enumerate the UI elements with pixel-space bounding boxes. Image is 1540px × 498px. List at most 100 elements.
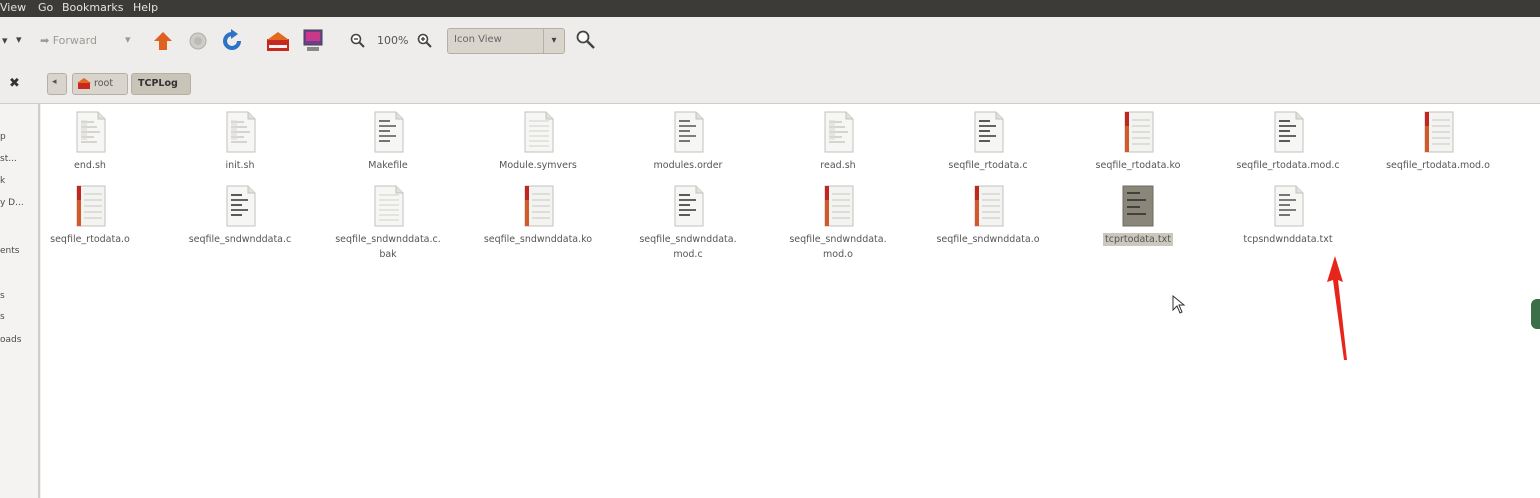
file-name: seqfile_sndwnddata.c bbox=[170, 232, 310, 247]
file-item[interactable]: seqfile_sndwnddata.ko bbox=[468, 184, 608, 247]
sidebar-item-6[interactable]: s bbox=[0, 312, 5, 322]
file-name: end.sh bbox=[20, 158, 160, 173]
file-icon bbox=[1270, 110, 1306, 156]
file-item[interactable]: Makefile bbox=[318, 110, 458, 173]
file-item[interactable]: seqfile_rtodata.ko bbox=[1068, 110, 1208, 173]
file-name-text: init.sh bbox=[225, 160, 255, 171]
file-name-text: tcprtodata.txt bbox=[1103, 233, 1173, 246]
menu-view[interactable]: View bbox=[0, 1, 26, 14]
file-name-text: seqfile_sndwnddata.o bbox=[936, 234, 1040, 245]
file-name-text: modules.order bbox=[653, 160, 723, 171]
location-bar: ✖ ◂ root TCPLog bbox=[0, 69, 1540, 104]
file-item[interactable]: seqfile_sndwnddata.c. bak bbox=[318, 184, 458, 262]
file-item[interactable]: init.sh bbox=[170, 110, 310, 173]
menu-help[interactable]: Help bbox=[133, 1, 158, 14]
file-item[interactable]: end.sh bbox=[20, 110, 160, 173]
file-item[interactable]: seqfile_rtodata.mod.c bbox=[1218, 110, 1358, 173]
breadcrumb-tcplog[interactable]: TCPLog bbox=[131, 73, 191, 95]
file-name-text: seqfile_rtodata.ko bbox=[1095, 160, 1181, 171]
file-item[interactable]: read.sh bbox=[768, 110, 908, 173]
back-dropdown-arrow-icon[interactable]: ▾ bbox=[16, 33, 22, 46]
stop-icon[interactable] bbox=[187, 30, 209, 52]
file-item[interactable]: seqfile_sndwnddata.c bbox=[170, 184, 310, 247]
file-name: seqfile_rtodata.ko bbox=[1068, 158, 1208, 173]
file-icon bbox=[670, 110, 706, 156]
menu-go[interactable]: Go bbox=[38, 1, 53, 14]
file-item[interactable]: seqfile_rtodata.o bbox=[20, 184, 160, 247]
forward-label: Forward bbox=[52, 34, 97, 47]
edge-handle bbox=[1531, 299, 1540, 329]
file-name: seqfile_rtodata.mod.o bbox=[1368, 158, 1508, 173]
forward-button[interactable]: ➡ Forward bbox=[40, 34, 97, 47]
sidebar-item-7[interactable]: oads bbox=[0, 335, 21, 345]
breadcrumb-root[interactable]: root bbox=[72, 73, 128, 95]
view-select[interactable]: Icon View ▾ bbox=[447, 28, 565, 54]
file-name-text: seqfile_sndwnddata. mod.o bbox=[789, 234, 887, 260]
file-name-text: seqfile_rtodata.c bbox=[948, 160, 1028, 171]
file-icon bbox=[520, 184, 556, 230]
forward-arrow-icon: ➡ bbox=[40, 34, 50, 47]
reload-icon[interactable] bbox=[220, 29, 244, 53]
file-name: Makefile bbox=[318, 158, 458, 173]
file-icon bbox=[222, 110, 258, 156]
file-item[interactable]: Module.symvers bbox=[468, 110, 608, 173]
file-icon bbox=[970, 110, 1006, 156]
sidebar-item-0[interactable]: p bbox=[0, 132, 6, 142]
file-view: end.sh init.sh Makefile Module.symvers modul… bbox=[41, 104, 1540, 498]
file-icon bbox=[370, 110, 406, 156]
computer-icon[interactable] bbox=[302, 29, 324, 53]
chevron-down-icon[interactable]: ▾ bbox=[543, 29, 564, 53]
file-name-text: seqfile_rtodata.o bbox=[50, 234, 130, 245]
file-item[interactable]: seqfile_sndwnddata. mod.o bbox=[768, 184, 908, 262]
sidebar-item-4[interactable]: ents bbox=[0, 246, 19, 256]
file-name: seqfile_rtodata.c bbox=[918, 158, 1058, 173]
file-name-text: tcpsndwnddata.txt bbox=[1243, 234, 1333, 245]
file-item[interactable]: seqfile_sndwnddata.o bbox=[918, 184, 1058, 247]
file-icon bbox=[1270, 184, 1306, 230]
annotation-arrow bbox=[1327, 256, 1347, 360]
file-name: Module.symvers bbox=[468, 158, 608, 173]
zoom-in-icon[interactable] bbox=[417, 33, 433, 49]
file-name-text: seqfile_sndwnddata.c bbox=[188, 234, 292, 245]
zoom-out-icon[interactable] bbox=[350, 33, 366, 49]
chevron-left-icon: ◂ bbox=[52, 77, 57, 87]
search-icon[interactable] bbox=[575, 29, 597, 51]
file-name-text: seqfile_sndwnddata.c. bak bbox=[335, 234, 441, 260]
menu-bar: View Go Bookmarks Help bbox=[0, 0, 1540, 17]
file-name: seqfile_sndwnddata.ko bbox=[468, 232, 608, 247]
file-icon bbox=[222, 184, 258, 230]
sidebar-item-5[interactable]: s bbox=[0, 291, 5, 301]
file-item[interactable]: seqfile_sndwnddata. mod.c bbox=[618, 184, 758, 262]
back-dropdown-icon[interactable]: ▾ bbox=[2, 34, 8, 47]
path-back-button[interactable]: ◂ bbox=[47, 73, 67, 95]
sidebar-item-2[interactable]: k bbox=[0, 176, 5, 186]
file-name-text: Module.symvers bbox=[499, 160, 577, 171]
file-name-text: seqfile_rtodata.mod.c bbox=[1236, 160, 1340, 171]
mouse-cursor-icon bbox=[1172, 295, 1186, 314]
view-select-value: Icon View bbox=[454, 34, 502, 45]
file-name: modules.order bbox=[618, 158, 758, 173]
file-name-text: seqfile_sndwnddata. mod.c bbox=[639, 234, 737, 260]
file-name: seqfile_sndwnddata.o bbox=[918, 232, 1058, 247]
file-icon bbox=[370, 184, 406, 230]
up-icon[interactable] bbox=[152, 30, 174, 52]
file-name-text: Makefile bbox=[368, 160, 408, 171]
close-sidebar-icon[interactable]: ✖ bbox=[9, 76, 20, 91]
forward-dropdown-icon[interactable]: ▾ bbox=[125, 33, 131, 46]
menu-bookmarks[interactable]: Bookmarks bbox=[62, 1, 123, 14]
toolbar: ▾ ▾ ➡ Forward ▾ 100% Icon View ▾ bbox=[0, 17, 1540, 69]
file-item[interactable]: seqfile_rtodata.c bbox=[918, 110, 1058, 173]
zoom-level: 100% bbox=[377, 34, 409, 47]
file-icon bbox=[820, 110, 856, 156]
home-icon[interactable] bbox=[266, 31, 292, 53]
file-item[interactable]: tcprtodata.txt bbox=[1068, 184, 1208, 247]
file-item[interactable]: seqfile_rtodata.mod.o bbox=[1368, 110, 1508, 173]
file-item[interactable]: tcpsndwnddata.txt bbox=[1218, 184, 1358, 247]
file-icon bbox=[1420, 110, 1456, 156]
sidebar-item-1[interactable]: st... bbox=[0, 154, 17, 164]
file-icon bbox=[970, 184, 1006, 230]
file-name-text: seqfile_sndwnddata.ko bbox=[483, 234, 593, 245]
file-item[interactable]: modules.order bbox=[618, 110, 758, 173]
file-name: read.sh bbox=[768, 158, 908, 173]
file-name: seqfile_rtodata.mod.c bbox=[1218, 158, 1358, 173]
